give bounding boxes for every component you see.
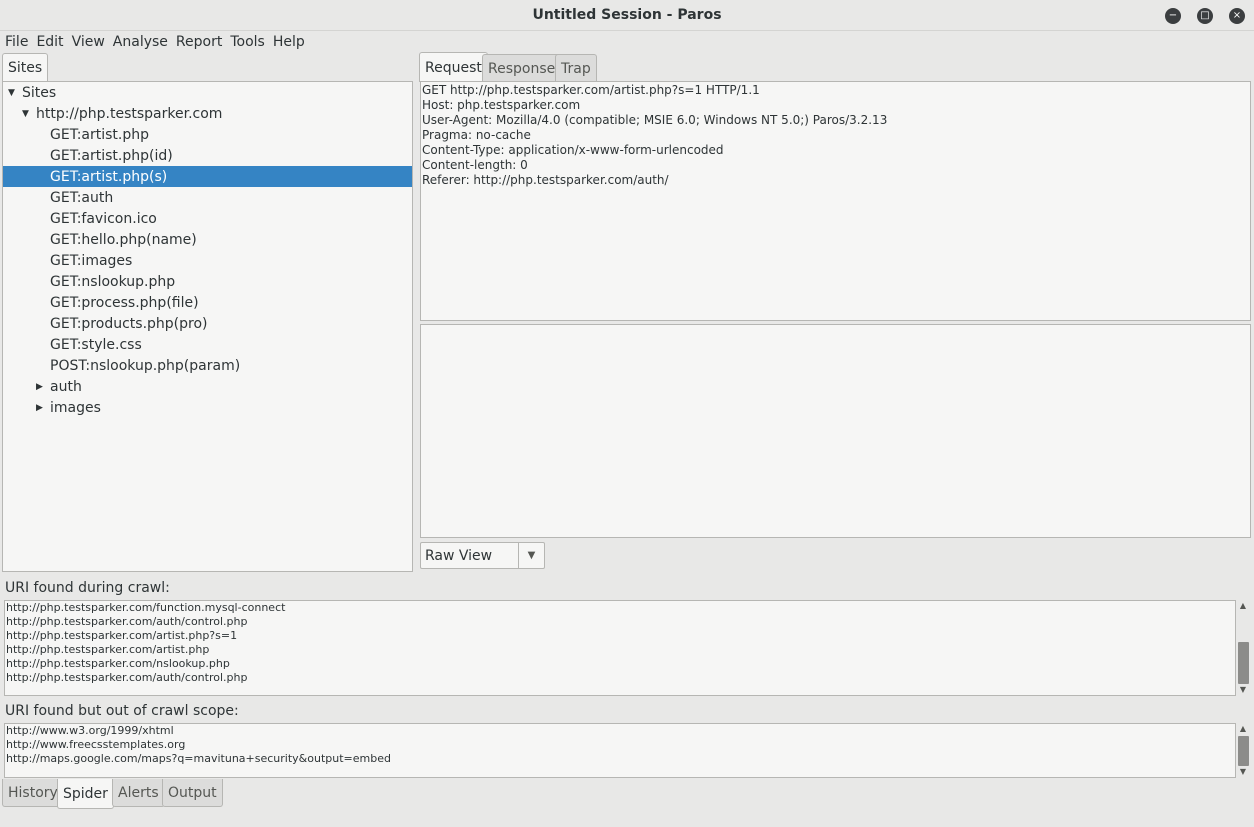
tab-alerts[interactable]: Alerts [112, 779, 165, 807]
list-item: http://php.testsparker.com/artist.php?s=… [6, 629, 238, 642]
tree-item-label: GET:artist.php(s) [50, 168, 168, 185]
menu-file[interactable]: File [5, 34, 28, 50]
request-line: Referer: http://php.testsparker.com/auth… [422, 173, 669, 187]
found-uri-scrollbar[interactable]: ▲ ▼ [1236, 600, 1250, 696]
tree-item[interactable]: GET:favicon.ico [3, 208, 412, 229]
tree-item-label: POST:nslookup.php(param) [50, 357, 241, 374]
tree-item[interactable]: GET:artist.php(id) [3, 145, 412, 166]
close-icon[interactable]: × [1229, 8, 1245, 24]
request-header-area[interactable]: GET http://php.testsparker.com/artist.ph… [420, 81, 1251, 321]
list-item: http://www.w3.org/1999/xhtml [6, 724, 174, 737]
tree-item[interactable]: POST:nslookup.php(param) [3, 355, 412, 376]
tree-root-sites[interactable]: Sites [3, 82, 412, 103]
tree-item[interactable]: GET:process.php(file) [3, 292, 412, 313]
tree-folder-auth[interactable]: auth [3, 376, 412, 397]
list-item: http://php.testsparker.com/function.mysq… [6, 601, 286, 614]
tree-item[interactable]: GET:nslookup.php [3, 271, 412, 292]
menu-help[interactable]: Help [273, 34, 305, 50]
request-line: Content-Type: application/x-www-form-url… [422, 143, 724, 157]
list-item: http://php.testsparker.com/auth/control.… [6, 615, 248, 628]
tree-item-label: GET:nslookup.php [50, 273, 176, 290]
tree-item-label: GET:favicon.ico [50, 210, 157, 227]
title-bar: Untitled Session - Paros − □ × [0, 0, 1254, 31]
tab-sites[interactable]: Sites [2, 53, 49, 82]
view-select[interactable]: Raw View ▼ [420, 542, 545, 569]
tab-request[interactable]: Request [419, 52, 488, 82]
tree-item-selected[interactable]: GET:artist.php(s) [3, 166, 412, 187]
tree-item-label: GET:process.php(file) [50, 294, 199, 311]
sites-tree: ▼ Sites ▼ http://php.testsparker.com GET… [2, 81, 413, 572]
tree-item-label: GET:products.php(pro) [50, 315, 208, 332]
out-scope-scrollbar[interactable]: ▲ ▼ [1236, 723, 1250, 778]
maximize-icon[interactable]: □ [1197, 8, 1213, 24]
list-item: http://php.testsparker.com/auth/control.… [6, 671, 248, 684]
scroll-thumb[interactable] [1238, 642, 1249, 684]
window-title: Untitled Session - Paros [532, 7, 722, 23]
tree-item-label: GET:style.css [50, 336, 142, 353]
list-item: http://php.testsparker.com/nslookup.php [6, 657, 230, 670]
tree-folder-images[interactable]: images [3, 397, 412, 418]
tree-item[interactable]: GET:hello.php(name) [3, 229, 412, 250]
scroll-up-icon[interactable]: ▲ [1236, 600, 1250, 612]
request-line: User-Agent: Mozilla/4.0 (compatible; MSI… [422, 113, 888, 127]
list-item: http://maps.google.com/maps?q=mavituna+s… [6, 752, 391, 765]
menu-bar: File Edit View Analyse Report Tools Help [0, 31, 1254, 53]
tree-node-host[interactable]: http://php.testsparker.com [3, 103, 412, 124]
tree-item[interactable]: GET:style.css [3, 334, 412, 355]
tab-history[interactable]: History [2, 779, 64, 807]
tree-item-label: images [50, 399, 101, 416]
scroll-up-icon[interactable]: ▲ [1236, 723, 1250, 735]
menu-report[interactable]: Report [176, 34, 222, 50]
found-uri-label: URI found during crawl: [5, 580, 170, 596]
tree-item-label: GET:images [50, 252, 133, 269]
tree-item-label: GET:auth [50, 189, 114, 206]
list-item: http://php.testsparker.com/artist.php [6, 643, 210, 656]
view-select-value: Raw View [425, 547, 493, 564]
minimize-icon[interactable]: − [1165, 8, 1181, 24]
list-item: http://www.freecsstemplates.org [6, 738, 186, 751]
scroll-down-icon[interactable]: ▼ [1236, 766, 1250, 778]
tree-item-label: GET:artist.php(id) [50, 147, 173, 164]
tab-output[interactable]: Output [162, 779, 223, 807]
tab-spider[interactable]: Spider [57, 779, 114, 809]
tree-item[interactable]: GET:images [3, 250, 412, 271]
tree-item-label: GET:artist.php [50, 126, 150, 143]
request-line: Content-length: 0 [422, 158, 528, 172]
scroll-thumb[interactable] [1238, 736, 1249, 766]
tree-node-label: Sites [22, 84, 57, 101]
out-scope-label: URI found but out of crawl scope: [5, 703, 239, 719]
menu-view[interactable]: View [72, 34, 105, 50]
tab-response[interactable]: Response [482, 54, 562, 82]
menu-analyse[interactable]: Analyse [113, 34, 168, 50]
tree-item[interactable]: GET:artist.php [3, 124, 412, 145]
request-body-area[interactable] [420, 324, 1251, 538]
scroll-down-icon[interactable]: ▼ [1236, 684, 1250, 696]
menu-tools[interactable]: Tools [230, 34, 265, 50]
out-scope-uri-list[interactable]: http://www.w3.org/1999/xhtml http://www.… [4, 723, 1236, 778]
chevron-down-icon: ▼ [518, 543, 544, 568]
tab-trap[interactable]: Trap [555, 54, 597, 82]
request-line: Host: php.testsparker.com [422, 98, 581, 112]
menu-edit[interactable]: Edit [36, 34, 63, 50]
tree-item[interactable]: GET:products.php(pro) [3, 313, 412, 334]
tree-item[interactable]: GET:auth [3, 187, 412, 208]
tree-node-label: http://php.testsparker.com [36, 105, 223, 122]
request-line: GET http://php.testsparker.com/artist.ph… [422, 83, 760, 97]
found-uri-list[interactable]: http://php.testsparker.com/function.mysq… [4, 600, 1236, 696]
tree-item-label: auth [50, 378, 82, 395]
tree-item-label: GET:hello.php(name) [50, 231, 197, 248]
request-line: Pragma: no-cache [422, 128, 531, 142]
